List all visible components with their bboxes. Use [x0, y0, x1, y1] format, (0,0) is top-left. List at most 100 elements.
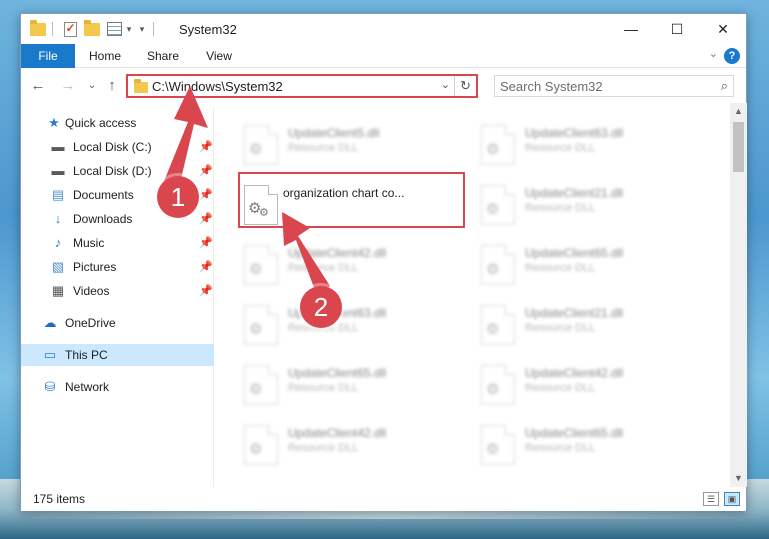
- sidebar-item-local-disk-c[interactable]: ▬ Local Disk (C:) 📌: [21, 136, 214, 158]
- forward-button[interactable]: →: [59, 76, 77, 96]
- file-item[interactable]: ⚙ UpdateClient21.dll Resource DLL: [477, 303, 697, 355]
- dll-file-icon: ⚙: [244, 125, 278, 165]
- address-dropdown-icon[interactable]: ⌄: [441, 78, 450, 91]
- tiles-view-icon[interactable]: ▣: [724, 492, 740, 506]
- item-count: 175 items: [33, 492, 86, 506]
- documents-icon: ▤: [51, 187, 65, 202]
- pin-icon[interactable]: 📌: [199, 280, 213, 302]
- file-type: Resource DLL: [525, 202, 596, 214]
- new-folder-icon[interactable]: [83, 19, 101, 38]
- pin-icon[interactable]: 📌: [199, 184, 213, 206]
- file-type: Resource DLL: [525, 322, 596, 334]
- navigation-pane: ★ Quick access ▬ Local Disk (C:) 📌 ▬ Loc…: [21, 107, 214, 487]
- dll-file-icon: ⚙: [244, 365, 278, 405]
- sidebar-item-onedrive[interactable]: ☁ OneDrive: [21, 312, 214, 334]
- sidebar-item-label: Quick access: [65, 116, 137, 130]
- file-item[interactable]: ⚙ UpdateClient65.dll Resource DLL: [477, 423, 697, 475]
- sidebar-item-label: Network: [65, 380, 110, 394]
- file-item[interactable]: ⚙ UpdateClient63.dll Resource DLL: [477, 123, 697, 175]
- customize-toolbar-chevron-icon[interactable]: ▾: [124, 20, 134, 38]
- back-button[interactable]: ←: [29, 76, 47, 96]
- videos-icon: ▦: [51, 283, 65, 298]
- sidebar-item-music[interactable]: ♪ Music 📌: [21, 232, 214, 254]
- file-item[interactable]: ⚙ UpdateClient5.dll Resource DLL: [240, 123, 460, 175]
- search-input[interactable]: [500, 78, 700, 94]
- dll-file-icon: ⚙ ⚙: [244, 185, 278, 225]
- properties-icon[interactable]: [105, 20, 123, 38]
- expand-ribbon-chevron-icon[interactable]: ⌄: [709, 47, 718, 60]
- file-item[interactable]: ⚙ UpdateClient42.dll Resource DLL: [477, 363, 697, 415]
- window-title: System32: [179, 22, 237, 37]
- pin-icon[interactable]: 📌: [199, 160, 213, 182]
- pin-icon[interactable]: 📌: [199, 208, 213, 230]
- up-button[interactable]: ↑: [103, 76, 121, 96]
- file-name: UpdateClient42.dll: [288, 246, 387, 260]
- file-item[interactable]: ⚙ UpdateClient65.dll Resource DLL: [240, 363, 460, 415]
- sidebar-item-pictures[interactable]: ▧ Pictures 📌: [21, 256, 214, 278]
- star-icon: ★: [48, 115, 60, 130]
- file-item[interactable]: ⚙ UpdateClient65.dll Resource DLL: [477, 243, 697, 295]
- tab-view[interactable]: View: [199, 44, 239, 68]
- drive-icon: ▬: [51, 163, 65, 178]
- divider: [153, 22, 154, 36]
- tab-file[interactable]: File: [21, 44, 75, 68]
- address-bar[interactable]: C:\Windows\System32 ⌄ ↻: [126, 74, 478, 98]
- navigation-bar: ← → ⌄ ↑ C:\Windows\System32 ⌄ ↻ ⌕: [21, 69, 746, 103]
- gear-icon: ⚙: [249, 381, 263, 398]
- sidebar-item-videos[interactable]: ▦ Videos 📌: [21, 280, 214, 302]
- address-folder-icon: [134, 79, 148, 93]
- toolbar-dropdown-icon[interactable]: ▾: [137, 20, 147, 38]
- gear-icon: ⚙: [486, 201, 500, 218]
- details-view-icon[interactable]: ☰: [703, 492, 719, 506]
- pin-icon[interactable]: 📌: [199, 256, 213, 278]
- file-item[interactable]: ⚙ UpdateClient63.dll Resource DLL: [240, 303, 460, 355]
- gear-icon: ⚙: [486, 321, 500, 338]
- recent-locations-chevron-icon[interactable]: ⌄: [83, 76, 101, 96]
- properties-check-icon[interactable]: [61, 20, 79, 38]
- ribbon-tabs: File Home Share View ⌄ ?: [21, 44, 746, 68]
- close-button[interactable]: ✕: [700, 14, 746, 44]
- file-name: UpdateClient21.dll: [525, 306, 624, 320]
- pin-icon[interactable]: 📌: [199, 136, 213, 158]
- computer-icon: ▭: [43, 347, 57, 362]
- callout-badge-1: 1: [157, 176, 199, 218]
- folder-icon: [29, 19, 47, 38]
- file-name: UpdateClient42.dll: [525, 366, 624, 380]
- sidebar-item-label: Videos: [73, 284, 110, 298]
- drive-icon: ▬: [51, 139, 65, 154]
- scroll-thumb[interactable]: [733, 122, 744, 172]
- download-icon: ↓: [54, 211, 62, 226]
- file-name: UpdateClient21.dll: [525, 186, 624, 200]
- file-name: organization chart co...: [283, 186, 405, 200]
- refresh-button[interactable]: ↻: [454, 76, 476, 96]
- file-name: UpdateClient65.dll: [525, 426, 624, 440]
- dll-file-icon: ⚙: [244, 425, 278, 465]
- file-item[interactable]: ⚙ UpdateClient21.dll Resource DLL: [477, 183, 697, 235]
- file-list: ⚙ UpdateClient5.dll Resource DLL ⚙ ⚙ org…: [215, 103, 730, 487]
- sidebar-item-label: Music: [73, 236, 105, 250]
- sidebar-item-label: OneDrive: [65, 316, 116, 330]
- scroll-up-icon[interactable]: ▲: [730, 103, 747, 120]
- file-item[interactable]: ⚙ UpdateClient42.dll Resource DLL: [240, 423, 460, 475]
- sidebar-item-this-pc[interactable]: ▭ This PC: [21, 344, 214, 366]
- scroll-down-icon[interactable]: ▼: [730, 470, 747, 487]
- gear-icon: ⚙: [486, 381, 500, 398]
- file-type: Resource DLL: [288, 262, 359, 274]
- file-item-selected[interactable]: ⚙ ⚙ organization chart co...: [240, 183, 460, 235]
- vertical-scrollbar[interactable]: ▲ ▼: [730, 103, 747, 487]
- maximize-button[interactable]: ☐: [654, 14, 700, 44]
- sidebar-item-network[interactable]: ⛁ Network: [21, 376, 214, 398]
- dll-file-icon: ⚙: [244, 245, 278, 285]
- sidebar-item-label: Documents: [73, 188, 134, 202]
- dll-file-icon: ⚙: [481, 125, 515, 165]
- help-icon[interactable]: ?: [724, 48, 740, 64]
- sidebar-item-quick-access[interactable]: ★ Quick access: [21, 112, 214, 134]
- pin-icon[interactable]: 📌: [199, 232, 213, 254]
- tab-share[interactable]: Share: [141, 44, 185, 68]
- minimize-button[interactable]: —: [608, 14, 654, 44]
- dll-file-icon: ⚙: [481, 425, 515, 465]
- gear-icon: ⚙: [486, 141, 500, 158]
- tab-home[interactable]: Home: [83, 44, 127, 68]
- file-item[interactable]: ⚙ UpdateClient42.dll Resource DLL: [240, 243, 460, 295]
- search-box[interactable]: ⌕: [494, 75, 734, 97]
